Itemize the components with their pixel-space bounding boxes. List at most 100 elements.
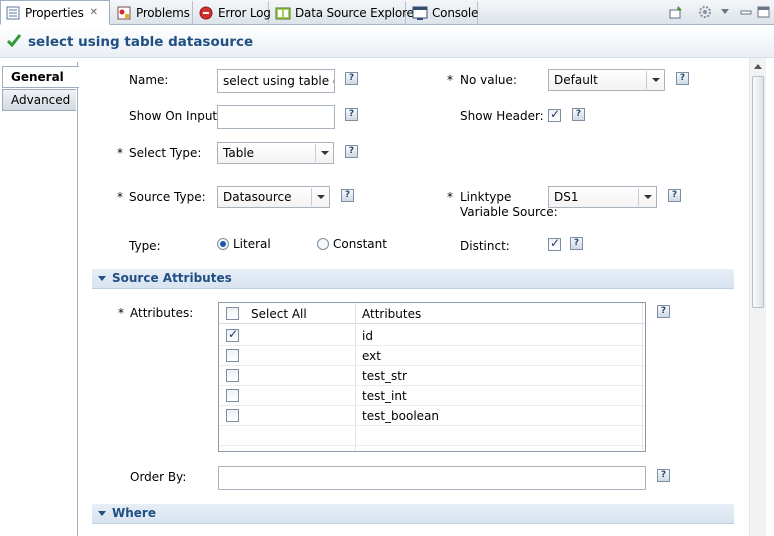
scroll-up-icon[interactable] bbox=[754, 64, 762, 69]
help-icon[interactable]: ? bbox=[572, 108, 585, 121]
tab-data-source-explorer[interactable]: Data Source Explorer bbox=[271, 1, 419, 25]
help-icon[interactable]: ? bbox=[345, 145, 358, 158]
required-mark: * bbox=[117, 190, 123, 204]
select-type-selected: Table bbox=[223, 146, 255, 160]
page-title: select using table datasource bbox=[28, 33, 254, 50]
constant-label: Constant bbox=[333, 237, 387, 251]
help-icon[interactable]: ? bbox=[570, 237, 583, 250]
table-row bbox=[219, 426, 645, 446]
row-checkbox[interactable] bbox=[226, 327, 239, 342]
help-icon[interactable]: ? bbox=[341, 189, 354, 202]
show-header-checkbox[interactable] bbox=[548, 107, 561, 122]
chevron-down-icon bbox=[638, 188, 655, 206]
attributes-label: Attributes: bbox=[130, 306, 194, 320]
where-section-header[interactable]: Where bbox=[92, 504, 734, 524]
help-icon[interactable]: ? bbox=[345, 72, 358, 85]
name-label: Name: bbox=[129, 73, 169, 87]
attribute-name: test_boolean bbox=[362, 409, 440, 423]
table-row[interactable]: test_boolean bbox=[219, 406, 645, 426]
view-tab-bar: Properties ✕ Problems Error Log Data Sou… bbox=[0, 0, 774, 25]
row-checkbox[interactable] bbox=[226, 409, 239, 422]
select-type-select[interactable]: Table bbox=[217, 142, 334, 164]
collapse-triangle-icon bbox=[98, 511, 106, 516]
side-tabs: General Advanced bbox=[0, 62, 79, 536]
pin-view-icon[interactable] bbox=[668, 4, 684, 20]
row-checkbox[interactable] bbox=[226, 349, 239, 362]
tab-advanced[interactable]: Advanced bbox=[2, 89, 76, 111]
table-header: Select All Attributes bbox=[219, 303, 645, 324]
literal-radio[interactable] bbox=[217, 238, 229, 250]
table-row[interactable]: test_int bbox=[219, 386, 645, 406]
table-row[interactable]: ext bbox=[219, 346, 645, 366]
select-all-header: Select All bbox=[251, 307, 307, 321]
page-title-bar: select using table datasource bbox=[0, 26, 774, 58]
select-type-label: Select Type: bbox=[129, 146, 202, 160]
show-on-input-field[interactable] bbox=[217, 105, 335, 129]
help-icon[interactable]: ? bbox=[657, 305, 670, 318]
no-value-select[interactable]: Default bbox=[548, 69, 665, 91]
collapse-triangle-icon bbox=[98, 276, 106, 281]
chevron-down-icon bbox=[646, 71, 663, 89]
attributes-table[interactable]: Select All Attributes id ext test_str te… bbox=[218, 302, 646, 452]
show-header-label: Show Header: bbox=[460, 109, 544, 123]
show-on-input-label: Show On Input: bbox=[129, 109, 222, 123]
check-icon bbox=[6, 32, 22, 51]
problems-icon bbox=[116, 5, 132, 21]
help-icon[interactable]: ? bbox=[345, 108, 358, 121]
source-attributes-section-header[interactable]: Source Attributes bbox=[92, 269, 734, 289]
table-row[interactable]: id bbox=[219, 326, 645, 346]
constant-radio[interactable] bbox=[317, 238, 329, 250]
row-checkbox[interactable] bbox=[226, 369, 239, 382]
tab-console[interactable]: Console bbox=[408, 1, 478, 25]
required-mark: * bbox=[118, 306, 124, 320]
order-by-label: Order By: bbox=[130, 470, 187, 484]
chevron-down-icon bbox=[315, 144, 332, 162]
tab-label: Console bbox=[432, 6, 479, 20]
required-mark: * bbox=[447, 73, 453, 87]
maximize-icon[interactable] bbox=[756, 4, 772, 20]
vertical-scrollbar[interactable] bbox=[749, 58, 766, 536]
tab-label: Problems bbox=[136, 6, 190, 20]
console-icon bbox=[412, 5, 428, 21]
source-type-selected: Datasource bbox=[223, 190, 292, 204]
source-type-label: Source Type: bbox=[129, 190, 206, 204]
name-input[interactable]: select using table da bbox=[217, 69, 335, 93]
table-row[interactable]: test_str bbox=[219, 366, 645, 386]
help-icon[interactable]: ? bbox=[668, 189, 681, 202]
variable-source-label: Variable Source: bbox=[460, 205, 558, 219]
row-checkbox[interactable] bbox=[226, 389, 239, 402]
chevron-down-icon bbox=[311, 188, 328, 206]
select-all-checkbox[interactable] bbox=[226, 307, 239, 320]
section-title: Source Attributes bbox=[112, 271, 232, 285]
help-icon[interactable]: ? bbox=[657, 469, 670, 482]
attribute-name: id bbox=[362, 329, 373, 343]
tab-error-log[interactable]: Error Log bbox=[194, 1, 271, 25]
order-by-input[interactable] bbox=[218, 466, 646, 490]
attribute-name: test_str bbox=[362, 369, 407, 383]
attribute-name: ext bbox=[362, 349, 381, 363]
linktype-variable-source-select[interactable]: DS1 bbox=[548, 186, 657, 208]
properties-icon bbox=[5, 5, 21, 21]
close-icon[interactable]: ✕ bbox=[90, 7, 98, 18]
minimize-icon[interactable] bbox=[738, 4, 754, 20]
help-icon[interactable]: ? bbox=[676, 72, 689, 85]
distinct-checkbox[interactable] bbox=[548, 236, 561, 251]
attribute-name: test_int bbox=[362, 389, 407, 403]
general-form: Name: select using table da ? * No value… bbox=[79, 58, 749, 536]
literal-label: Literal bbox=[233, 237, 271, 251]
tab-general[interactable]: General bbox=[2, 66, 79, 88]
tab-problems[interactable]: Problems bbox=[112, 1, 193, 25]
view-menu-icon[interactable] bbox=[718, 4, 734, 20]
gear-icon[interactable] bbox=[697, 4, 713, 20]
section-title: Where bbox=[112, 506, 156, 520]
required-mark: * bbox=[117, 146, 123, 160]
scrollbar-thumb[interactable] bbox=[752, 76, 764, 308]
no-value-label: No value: bbox=[460, 73, 517, 87]
data-source-explorer-icon bbox=[275, 5, 291, 21]
tab-label: Error Log bbox=[218, 6, 271, 20]
source-type-select[interactable]: Datasource bbox=[217, 186, 330, 208]
type-label: Type: bbox=[129, 239, 161, 253]
linktype-selected: DS1 bbox=[554, 190, 579, 204]
no-value-selected: Default bbox=[554, 73, 598, 87]
tab-properties[interactable]: Properties ✕ bbox=[0, 0, 110, 25]
